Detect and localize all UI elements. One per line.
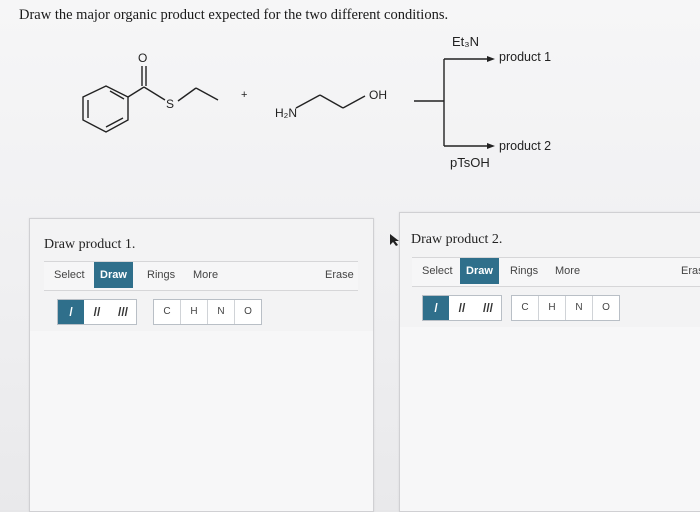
more-menu-button[interactable]: More — [549, 258, 586, 284]
draw-panel-product-2: Draw product 2. Select Draw Rings More E… — [399, 212, 700, 512]
reagent-bottom-label: pTsOH — [450, 155, 490, 170]
single-bond-button[interactable]: / — [58, 300, 84, 324]
reaction-scheme — [82, 56, 495, 149]
rings-menu-button[interactable]: Rings — [141, 262, 181, 288]
select-tool-button[interactable]: Select — [48, 262, 91, 288]
carbonyl-sulfur-bond — [143, 86, 166, 101]
arrow-bottom-head — [487, 143, 495, 149]
bond-type-selector: / // /// — [422, 295, 502, 321]
erase-button[interactable]: Erase — [319, 262, 360, 288]
amine-chain-bond-2 — [319, 94, 344, 109]
plus-sign: + — [241, 89, 248, 101]
triple-bond-button[interactable]: /// — [110, 300, 136, 324]
carbonyl-oxygen-label: O — [138, 51, 148, 65]
atom-h-button[interactable]: H — [181, 300, 208, 324]
atom-o-button[interactable]: O — [235, 300, 261, 324]
sulfur-label: S — [166, 97, 175, 111]
erase-button[interactable]: Eras — [675, 258, 700, 284]
product-1-label: product 1 — [499, 50, 552, 64]
atom-c-button[interactable]: C — [154, 300, 181, 324]
atom-selector: C H N O — [153, 299, 262, 325]
atom-c-button[interactable]: C — [512, 296, 539, 320]
amine-chain-bond-1 — [295, 94, 321, 109]
rings-menu-button[interactable]: Rings — [504, 258, 544, 284]
atom-n-button[interactable]: N — [208, 300, 235, 324]
more-menu-button[interactable]: More — [187, 262, 224, 288]
drawing-canvas[interactable] — [400, 327, 700, 511]
hydroxyl-label: OH — [369, 88, 387, 102]
atom-selector: C H N O — [511, 295, 620, 321]
reagent-top-label: Et₃N — [452, 34, 479, 49]
editor-toolbar: Select Draw Rings More Erase — [44, 261, 358, 291]
atom-o-button[interactable]: O — [593, 296, 619, 320]
ring-carbonyl-bond — [127, 86, 145, 98]
product-2-label: product 2 — [499, 139, 552, 153]
atom-n-button[interactable]: N — [566, 296, 593, 320]
bond-type-selector: / // /// — [57, 299, 137, 325]
draw-tool-button[interactable]: Draw — [460, 258, 499, 284]
draw-tool-button[interactable]: Draw — [94, 262, 133, 288]
drawing-canvas[interactable] — [30, 331, 373, 511]
double-bond-button[interactable]: // — [449, 296, 475, 320]
single-bond-button[interactable]: / — [423, 296, 449, 320]
arrow-top-head — [487, 56, 495, 62]
sulfur-ethyl-bond-2 — [195, 87, 219, 101]
triple-bond-button[interactable]: /// — [475, 296, 501, 320]
panel-title: Draw product 2. — [411, 232, 503, 247]
draw-panel-product-1: Draw product 1. Select Draw Rings More E… — [29, 218, 374, 512]
benzene-inner-bond-2 — [105, 117, 124, 128]
double-bond-button[interactable]: // — [84, 300, 110, 324]
editor-toolbar: Select Draw Rings More Eras — [412, 257, 700, 287]
select-tool-button[interactable]: Select — [416, 258, 459, 284]
atom-h-button[interactable]: H — [539, 296, 566, 320]
panel-title: Draw product 1. — [44, 237, 136, 252]
sulfur-ethyl-bond-1 — [177, 87, 197, 102]
amine-chain-bond-3 — [342, 95, 366, 109]
benzene-ring — [82, 85, 129, 133]
amine-label: H₂N — [275, 106, 297, 120]
